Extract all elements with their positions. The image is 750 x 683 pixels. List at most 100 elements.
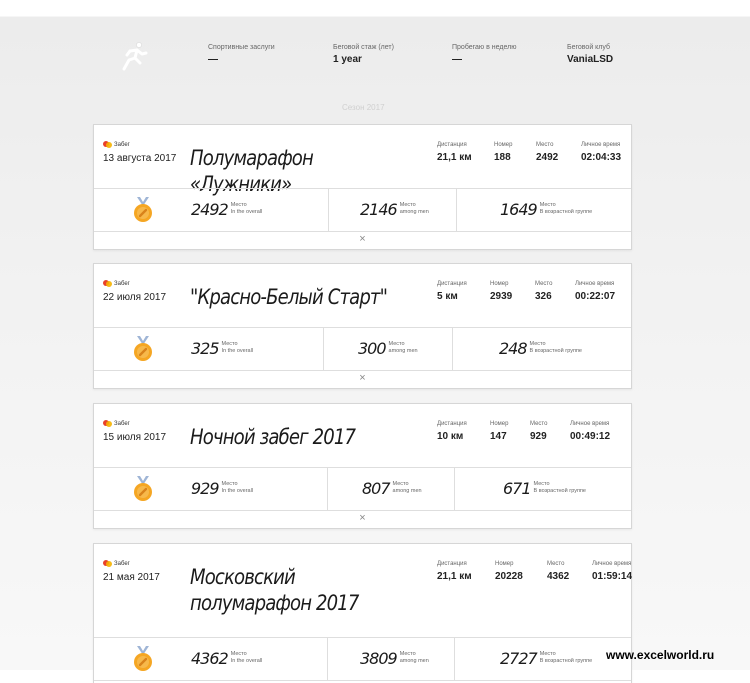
number-label: Номер — [490, 281, 509, 287]
time-value: 01:59:14 — [592, 571, 633, 582]
age-place-number: 2727 — [500, 649, 538, 668]
medal-icon — [134, 197, 152, 222]
race-distance: Дистанция 21,1 км — [437, 561, 472, 582]
race-place: Место 929 — [530, 421, 547, 442]
time-label: Личное время — [592, 561, 632, 567]
medal-icon — [134, 646, 152, 671]
stat-label: Беговой стаж (лет) — [333, 44, 394, 51]
overall-place-caption: Место In the overall — [221, 341, 254, 354]
distance-value: 21,1 км — [437, 571, 472, 582]
age-place-caption: Место В возрастной группе — [539, 202, 593, 215]
divider — [454, 638, 455, 680]
race-card[interactable]: Забег 15 июля 2017 Ночной забег 2017 Дис… — [93, 403, 632, 529]
race-date: 21 мая 2017 — [103, 572, 160, 583]
men-place-caption: Место among men — [388, 341, 418, 354]
age-place: 1649 Место В возрастной группе — [500, 200, 592, 220]
distance-label: Дистанция — [437, 142, 467, 148]
race-date: 15 июля 2017 — [103, 432, 167, 443]
number-label: Номер — [490, 421, 509, 427]
race-badge: Забег — [103, 280, 130, 288]
race-badge-icon — [103, 560, 112, 567]
race-badge-icon — [103, 280, 112, 287]
race-results-row: 325 Место In the overall 300 Место among men… — [94, 327, 631, 371]
number-value: 2939 — [490, 291, 513, 302]
race-results-row: 2492 Место In the overall 2146 Место among m… — [94, 188, 631, 232]
age-place: 671 Место В возрастной группе — [503, 479, 586, 499]
race-time: Личное время 00:49:12 — [570, 421, 610, 442]
race-distance: Дистанция 10 км — [437, 421, 467, 442]
time-label: Личное время — [581, 142, 621, 148]
race-title[interactable]: Ночной забег 2017 — [190, 424, 396, 450]
race-number: Номер 147 — [490, 421, 508, 442]
race-title[interactable]: "Красно-Белый Старт" — [190, 284, 396, 310]
watermark: www.excelworld.ru — [606, 648, 715, 662]
distance-value: 21,1 км — [437, 152, 472, 163]
race-time: Личное время 00:22:07 — [575, 281, 615, 302]
race-number: Номер 2939 — [490, 281, 512, 302]
time-value: 00:22:07 — [575, 291, 616, 302]
divider — [452, 328, 453, 370]
race-time: Личное время 01:59:14 — [592, 561, 632, 582]
race-badge-label: Забег — [114, 281, 130, 287]
race-card[interactable]: Забег 22 июля 2017 "Красно-Белый Старт" … — [93, 263, 632, 389]
place-label: Место — [530, 421, 548, 427]
overall-place-number: 4362 — [191, 649, 229, 668]
distance-label: Дистанция — [437, 281, 467, 287]
divider — [454, 468, 455, 510]
age-place-caption: Место В возрастной группе — [539, 651, 593, 664]
race-time: Личное время 02:04:33 — [581, 142, 621, 163]
race-badge: Забег — [103, 420, 130, 428]
divider — [456, 189, 457, 231]
stat-running-club: Беговой клуб VaniaLSD — [567, 44, 613, 65]
stat-weekly-distance: Пробегаю в неделю — — [452, 44, 516, 65]
race-place: Место 4362 — [547, 561, 569, 582]
age-place-caption: Место В возрастной группе — [533, 481, 586, 494]
medal-icon — [134, 336, 152, 361]
stat-value[interactable]: VaniaLSD — [567, 54, 613, 65]
close-icon[interactable]: × — [94, 509, 631, 528]
distance-label: Дистанция — [437, 421, 467, 427]
race-title[interactable]: Московский полумарафон 2017 — [190, 564, 396, 616]
race-badge-label: Забег — [114, 142, 130, 148]
distance-value: 10 км — [437, 431, 464, 442]
age-place-caption: Место В возрастной группе — [529, 341, 582, 354]
race-place: Место 326 — [535, 281, 552, 302]
overall-place: 929 Место In the overall — [191, 479, 253, 499]
stat-value: 1 year — [333, 54, 362, 65]
overall-place: 2492 Место In the overall — [191, 200, 262, 220]
men-place: 807 Место among men — [362, 479, 422, 499]
race-number: Номер 188 — [494, 142, 512, 163]
stat-label: Беговой клуб — [567, 44, 610, 51]
men-place-caption: Место among men — [392, 481, 422, 494]
close-icon[interactable]: × — [94, 369, 631, 388]
time-value: 00:49:12 — [570, 431, 611, 442]
stat-value: — — [208, 54, 218, 65]
close-icon[interactable]: × — [94, 230, 631, 249]
place-value: 326 — [535, 291, 552, 302]
divider — [328, 189, 329, 231]
distance-value: 5 км — [437, 291, 458, 302]
divider — [327, 468, 328, 510]
place-label: Место — [547, 561, 565, 567]
overall-place: 325 Место In the overall — [191, 339, 253, 359]
men-place-caption: Место among men — [399, 202, 429, 215]
season-label: Сезон 2017 — [342, 103, 385, 112]
race-badge-icon — [103, 141, 112, 148]
men-place-caption: Место among men — [399, 651, 429, 664]
race-place: Место 2492 — [536, 142, 558, 163]
race-date: 22 июля 2017 — [103, 292, 167, 303]
place-label: Место — [536, 142, 554, 148]
overall-place: 4362 Место In the overall — [191, 649, 262, 669]
race-card[interactable]: Забег 13 августа 2017 Полумарафон «Лужни… — [93, 124, 632, 250]
race-distance: Дистанция 5 км — [437, 281, 467, 302]
divider — [327, 638, 328, 680]
race-card[interactable]: Забег 21 мая 2017 Московский полумарафон… — [93, 543, 632, 683]
race-badge: Забег — [103, 141, 130, 149]
men-place-number: 3809 — [360, 649, 398, 668]
men-place-number: 2146 — [360, 200, 398, 219]
age-place-number: 671 — [503, 479, 532, 498]
men-place-number: 300 — [358, 339, 387, 358]
overall-place-number: 325 — [191, 339, 220, 358]
race-date: 13 августа 2017 — [103, 153, 177, 164]
number-label: Номер — [495, 561, 514, 567]
